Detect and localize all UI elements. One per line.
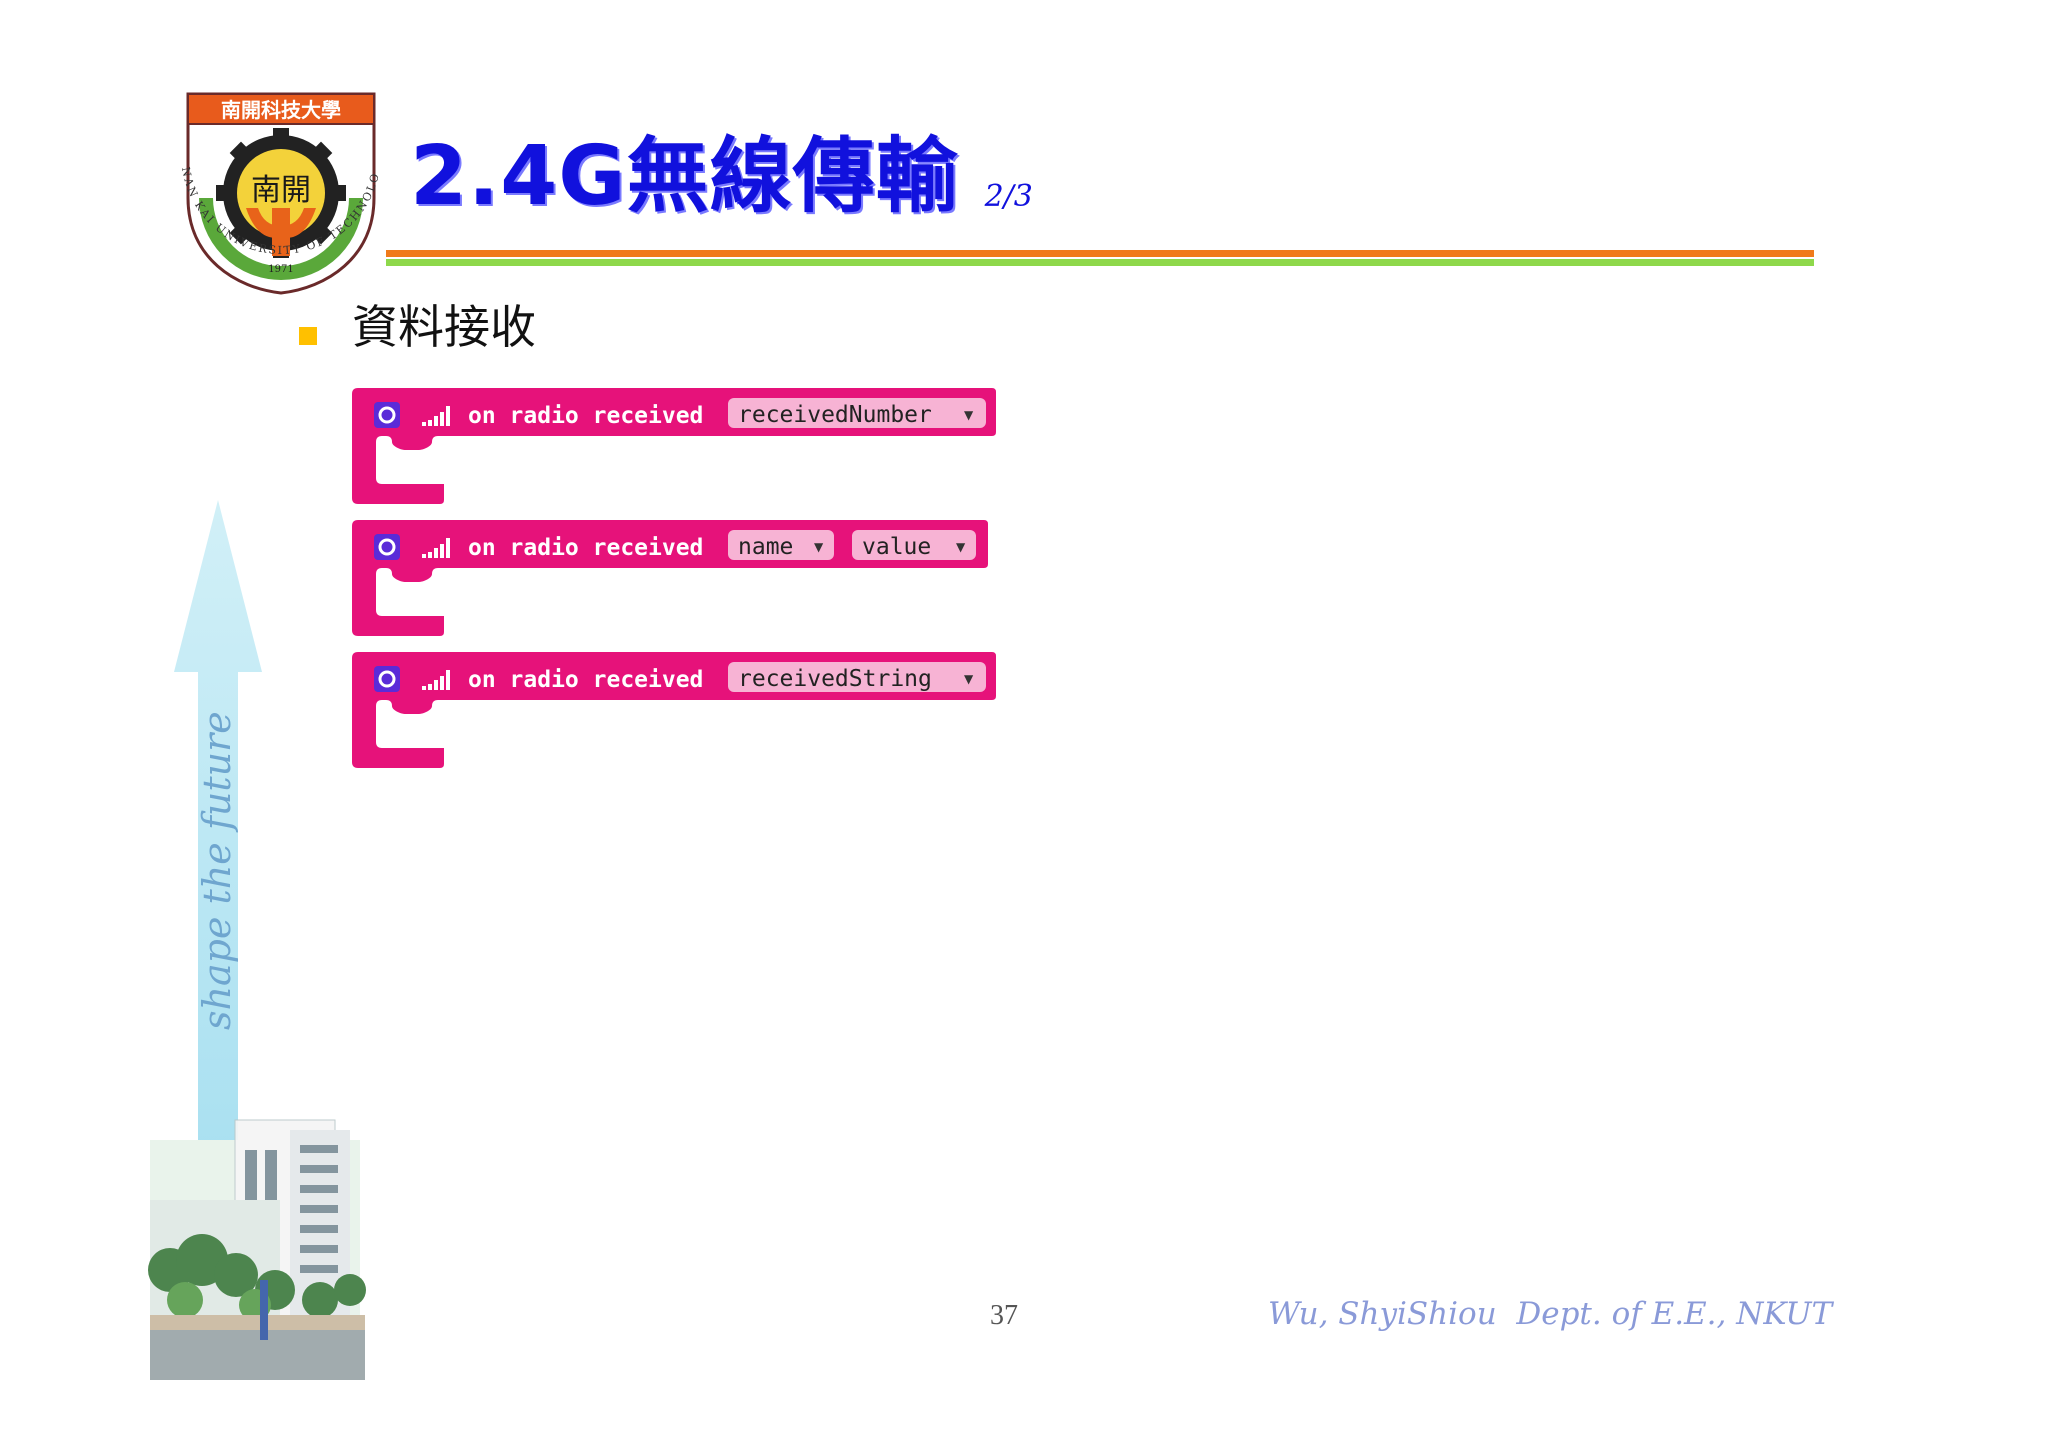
param-name: name — [738, 534, 793, 560]
logo-year: 1971 — [268, 264, 293, 275]
bullet-square-icon — [299, 327, 317, 345]
radio-block-name-value[interactable]: on radio received name ▼ value ▼ — [352, 520, 1002, 636]
slide-title: 2.4G無線傳輸 2/3 — [410, 118, 1033, 218]
param-name: receivedNumber — [738, 402, 932, 428]
title-rule-green — [386, 259, 1814, 266]
title-rule-orange — [386, 250, 1814, 257]
slide-title-main: 2.4G無線傳輸 — [410, 129, 959, 224]
block-label: on radio received — [468, 667, 703, 693]
university-logo: 南開科技大學 南開 1971 NAN KAI UNIVERSITY OF TEC… — [170, 78, 386, 298]
dropdown-arrow-icon: ▼ — [964, 672, 974, 686]
dropdown-arrow-icon: ▼ — [956, 540, 966, 554]
author-credit: Wu, ShyiShiou Dept. of E.E., NKUT — [1268, 1296, 1833, 1332]
slide-page-indicator: 2/3 — [984, 179, 1033, 214]
page-number: 37 — [990, 1300, 1018, 1331]
dropdown-arrow-icon: ▼ — [814, 540, 824, 554]
settings-gear-icon — [374, 402, 400, 428]
param-name: receivedString — [738, 666, 932, 692]
dropdown-arrow-icon: ▼ — [964, 408, 974, 422]
block-label: on radio received — [468, 535, 703, 561]
settings-gear-icon — [374, 534, 400, 560]
settings-gear-icon — [374, 666, 400, 692]
block-label: on radio received — [468, 403, 703, 429]
bullet-text: 資料接收 — [352, 300, 536, 354]
radio-block-received-number[interactable]: on radio received receivedNumber ▼ — [352, 388, 1002, 504]
tagline-text: shape the future — [195, 711, 239, 1030]
campus-building-image — [148, 1119, 366, 1380]
radio-block-received-string[interactable]: on radio received receivedString ▼ — [352, 652, 1002, 768]
tagline: shape the future — [148, 700, 288, 1040]
param-value: value — [862, 534, 931, 560]
logo-banner-text: 南開科技大學 — [221, 98, 341, 122]
logo-center-text: 南開 — [251, 173, 311, 208]
